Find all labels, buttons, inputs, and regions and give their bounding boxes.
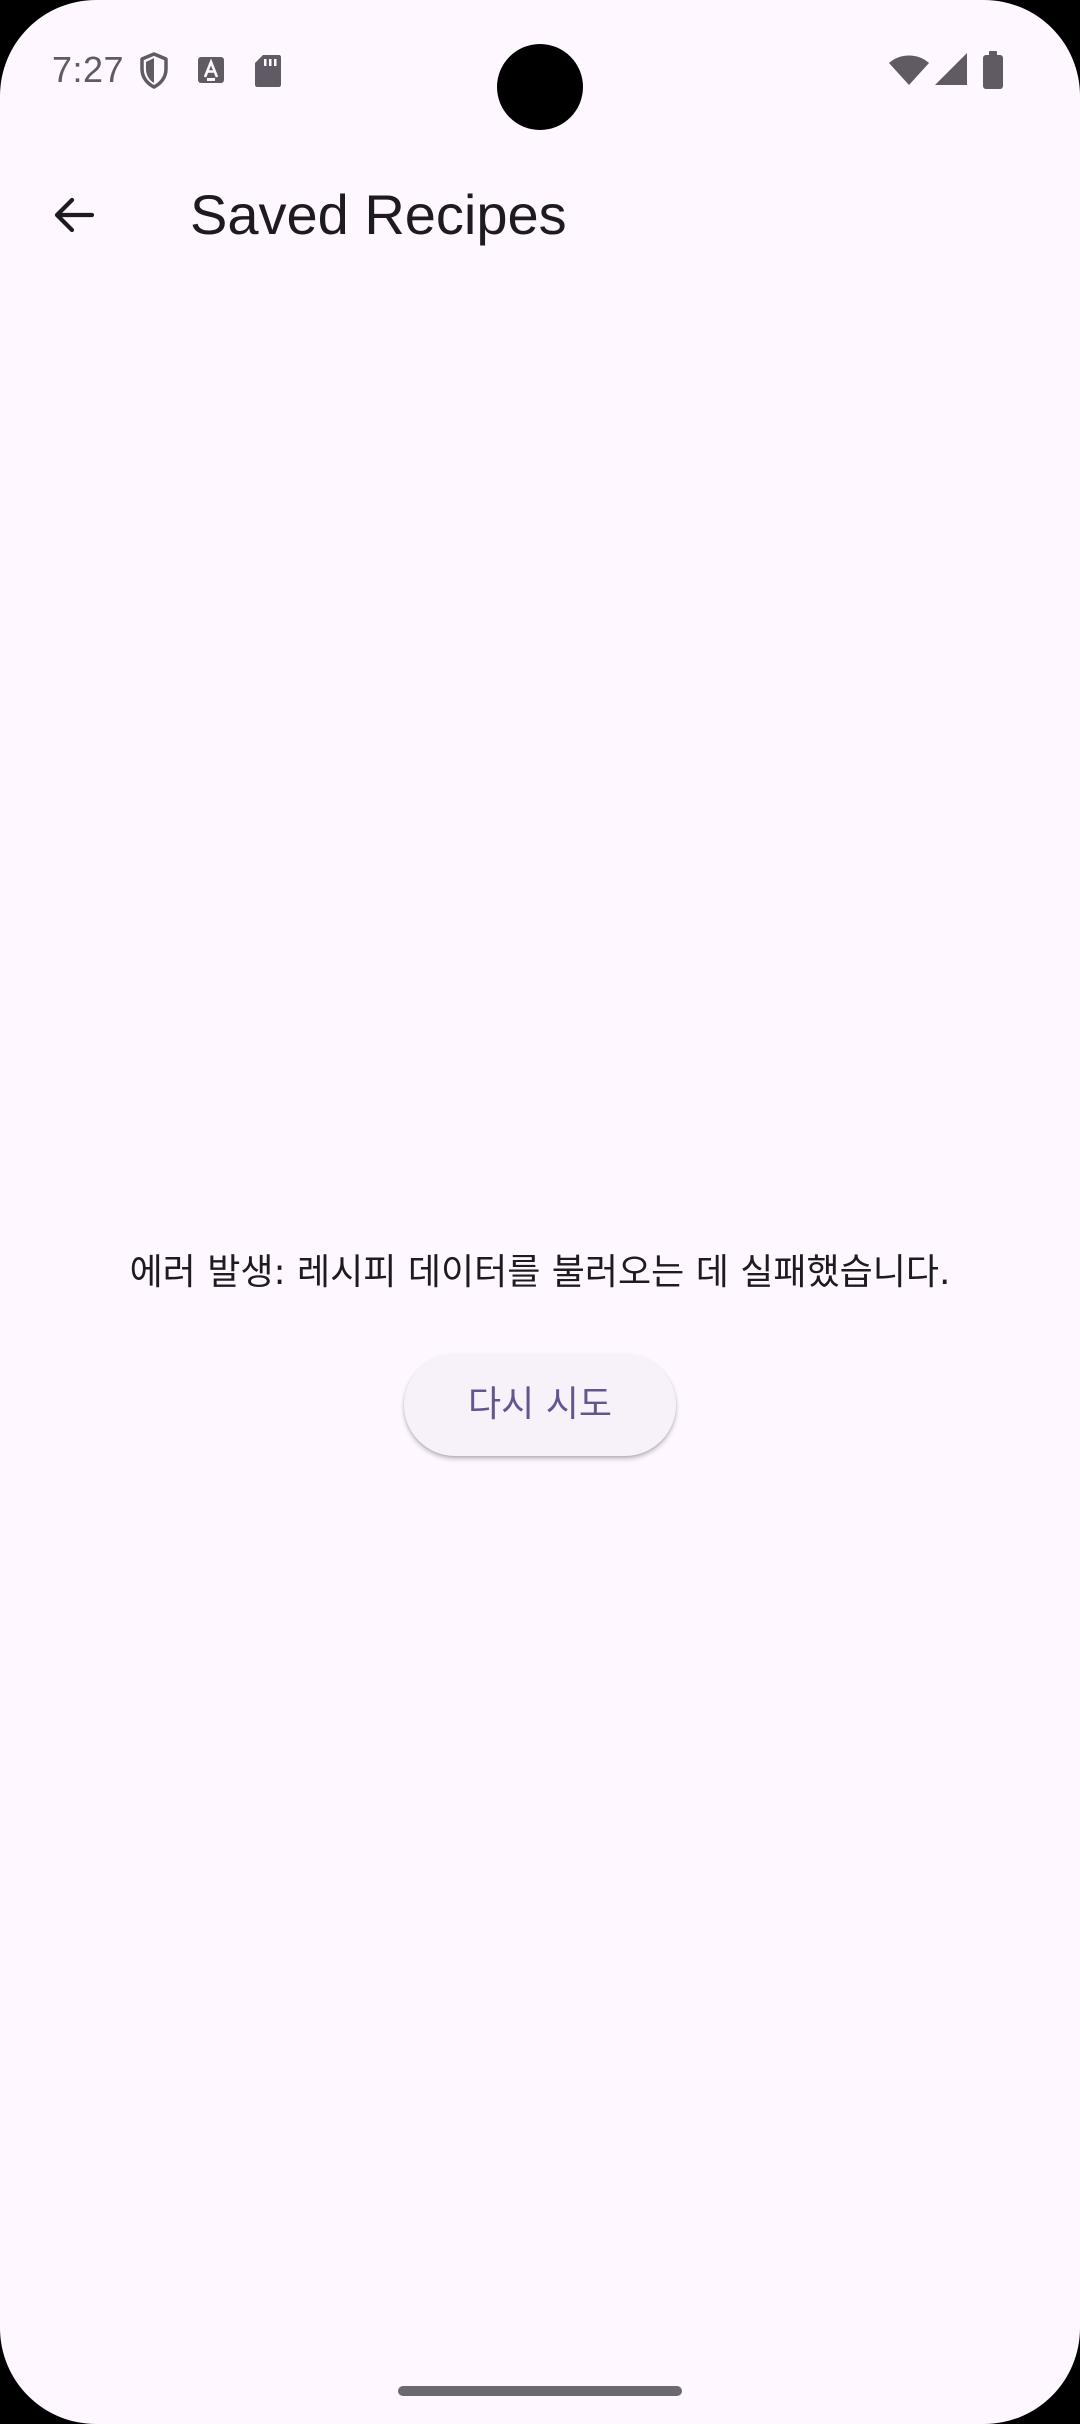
- wifi-icon: [889, 55, 929, 85]
- gesture-nav-handle[interactable]: [398, 2386, 682, 2396]
- sd-card-icon: [255, 55, 281, 87]
- cellular-signal-icon: [935, 53, 967, 85]
- battery-icon: [983, 51, 1003, 89]
- page-title: Saved Recipes: [190, 183, 567, 246]
- top-app-bar: Saved Recipes: [0, 150, 1080, 280]
- app-screen: 7:27 Saved Recipes 에러 발생: 레시피 데이터를 불러오는 …: [0, 0, 1080, 2424]
- back-button[interactable]: [24, 180, 124, 250]
- error-message: 에러 발생: 레시피 데이터를 불러오는 데 실패했습니다.: [129, 1252, 951, 1293]
- status-bar: 7:27: [0, 0, 1080, 140]
- retry-button[interactable]: 다시 시도: [404, 1354, 676, 1456]
- shield-icon: [140, 52, 168, 89]
- arrow-back-icon: [54, 197, 95, 233]
- retry-button-label: 다시 시도: [468, 1384, 612, 1425]
- font-app-icon: [198, 57, 224, 83]
- camera-cutout: [497, 44, 583, 130]
- status-time: 7:27: [52, 49, 125, 90]
